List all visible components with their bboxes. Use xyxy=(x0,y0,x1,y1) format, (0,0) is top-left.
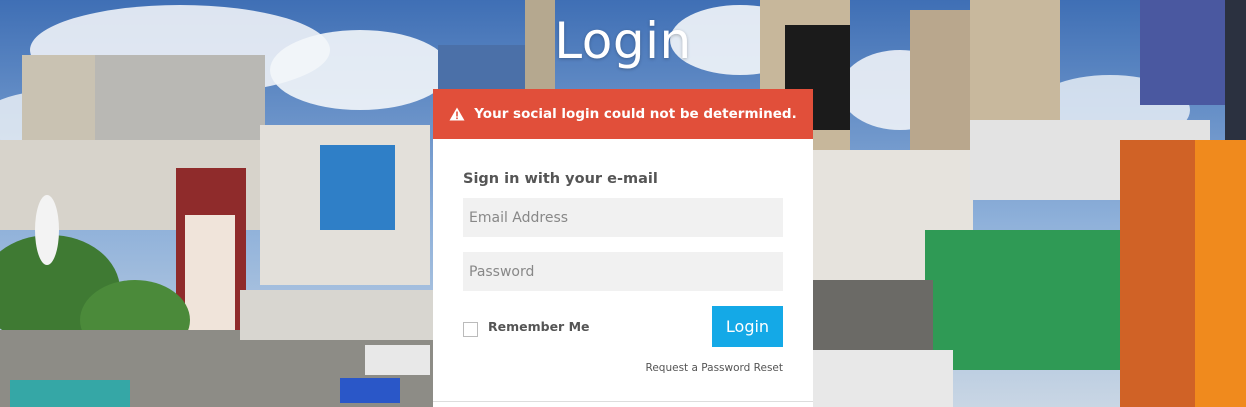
card-divider xyxy=(433,401,813,402)
warning-icon xyxy=(449,107,465,121)
login-form: Sign in with your e-mail Remember Me Log… xyxy=(433,171,813,374)
form-heading: Sign in with your e-mail xyxy=(463,171,658,187)
alert-message: Your social login could not be determine… xyxy=(474,106,797,122)
page-title: Login xyxy=(554,12,692,70)
password-field[interactable] xyxy=(463,252,783,291)
email-field[interactable] xyxy=(463,198,783,237)
login-card: Your social login could not be determine… xyxy=(433,89,813,407)
remember-me[interactable]: Remember Me xyxy=(463,316,590,337)
form-actions-row: Remember Me Login xyxy=(463,306,783,347)
password-reset-link[interactable]: Request a Password Reset xyxy=(463,362,783,374)
login-button[interactable]: Login xyxy=(712,306,783,347)
remember-me-label: Remember Me xyxy=(488,319,590,334)
error-alert: Your social login could not be determine… xyxy=(433,89,813,139)
remember-me-checkbox[interactable] xyxy=(463,322,478,337)
